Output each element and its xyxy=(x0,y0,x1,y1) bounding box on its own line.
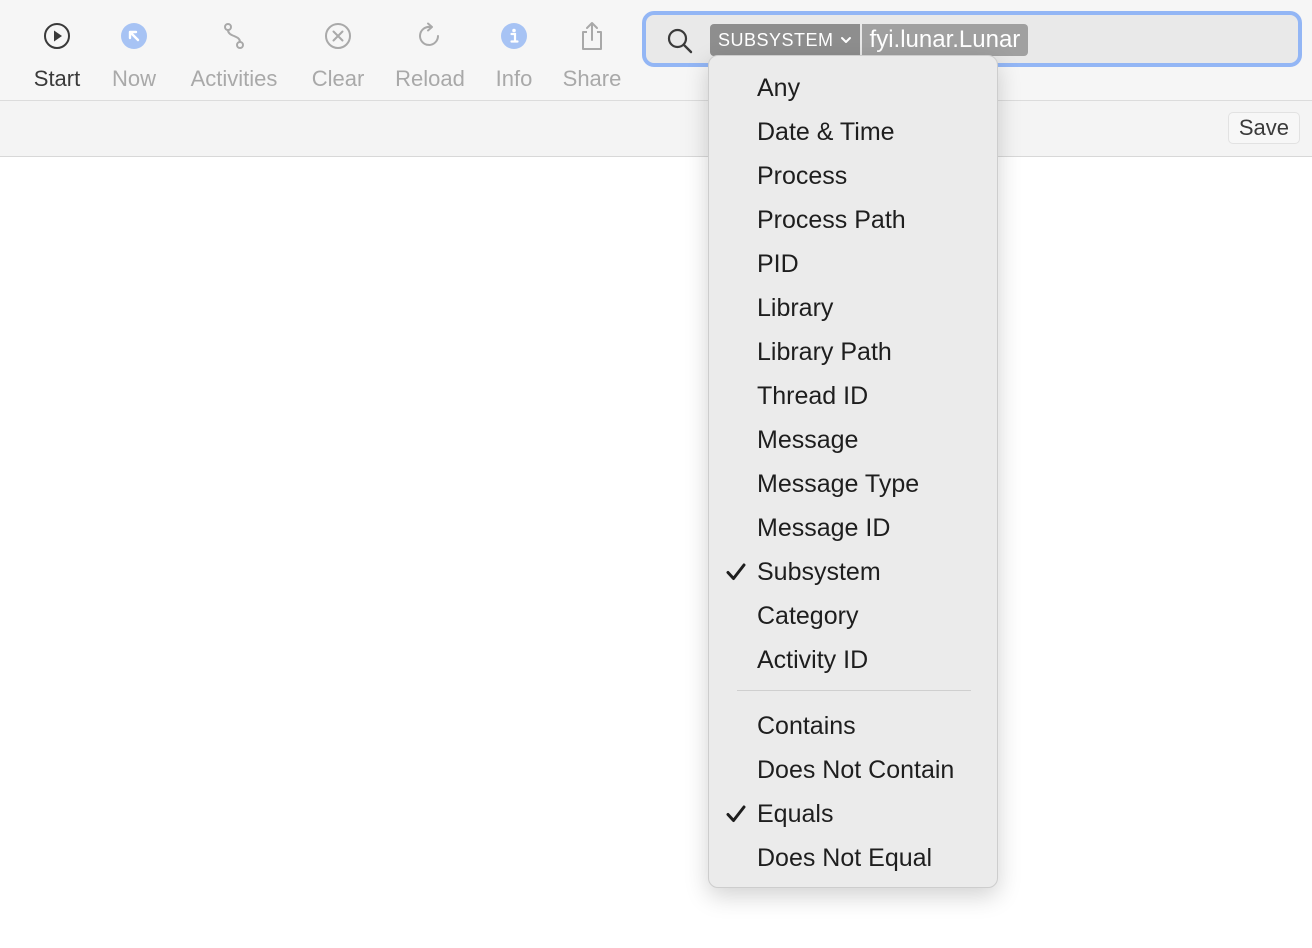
menu-separator xyxy=(737,690,971,691)
checkmark-slot xyxy=(725,154,749,198)
menu-item-message-id[interactable]: Message ID xyxy=(709,506,997,550)
menu-item-date-time[interactable]: Date & Time xyxy=(709,110,997,154)
checkmark-slot xyxy=(725,836,749,880)
menu-item-category[interactable]: Category xyxy=(709,594,997,638)
play-icon xyxy=(39,18,75,54)
chevron-down-icon xyxy=(840,35,852,45)
menu-item-label: Process Path xyxy=(757,206,906,234)
menu-item-label: Equals xyxy=(757,800,834,828)
menu-item-label: Activity ID xyxy=(757,646,869,674)
checkmark-slot xyxy=(725,286,749,330)
activities-button[interactable]: Activities xyxy=(189,18,279,96)
menu-item-message[interactable]: Message xyxy=(709,418,997,462)
menu-item-label: Any xyxy=(757,74,801,102)
checkmark-slot xyxy=(725,704,749,748)
search-field-menu: Any Date & Time Process Process Path PID… xyxy=(708,55,998,888)
menu-item-message-type[interactable]: Message Type xyxy=(709,462,997,506)
start-label: Start xyxy=(33,66,81,91)
checkmark-slot xyxy=(725,594,749,638)
checkmark-slot xyxy=(725,242,749,286)
menu-item-label: Library Path xyxy=(757,338,892,366)
info-icon xyxy=(496,18,532,54)
checkmark-icon xyxy=(725,550,749,594)
info-label: Info xyxy=(495,66,533,91)
menu-item-label: Thread ID xyxy=(757,382,869,410)
checkmark-slot xyxy=(725,506,749,550)
menu-item-subsystem[interactable]: Subsystem xyxy=(709,550,997,594)
menu-item-library[interactable]: Library xyxy=(709,286,997,330)
now-arrow-icon xyxy=(116,18,152,54)
menu-item-label: Message ID xyxy=(757,514,891,542)
menu-item-pid[interactable]: PID xyxy=(709,242,997,286)
menu-item-label: Does Not Contain xyxy=(757,756,955,784)
menu-item-label: Message xyxy=(757,426,859,454)
reload-label: Reload xyxy=(395,66,465,91)
share-icon xyxy=(574,18,610,54)
now-label: Now xyxy=(111,66,156,91)
clear-label: Clear xyxy=(311,66,365,91)
menu-item-any[interactable]: Any xyxy=(709,66,997,110)
checkmark-slot xyxy=(725,374,749,418)
checkmark-icon xyxy=(725,792,749,836)
toolbar: Start Now Activities Clear Reload Info S… xyxy=(0,0,1312,101)
checkmark-slot xyxy=(725,638,749,682)
now-button[interactable]: Now xyxy=(89,18,179,96)
log-content-area xyxy=(0,157,1312,948)
token-value[interactable]: fyi.lunar.Lunar xyxy=(861,24,1029,56)
checkmark-slot xyxy=(725,418,749,462)
menu-item-label: Contains xyxy=(757,712,856,740)
menu-item-equals[interactable]: Equals xyxy=(709,792,997,836)
menu-item-activity-id[interactable]: Activity ID xyxy=(709,638,997,682)
checkmark-slot xyxy=(725,330,749,374)
menu-item-label: Does Not Equal xyxy=(757,844,933,872)
share-label: Share xyxy=(562,66,622,91)
menu-item-process-path[interactable]: Process Path xyxy=(709,198,997,242)
menu-item-thread-id[interactable]: Thread ID xyxy=(709,374,997,418)
checkmark-slot xyxy=(725,66,749,110)
reload-icon xyxy=(412,18,448,54)
checkmark-slot xyxy=(725,198,749,242)
info-button[interactable]: Info xyxy=(469,18,559,96)
token-key-label: SUBSYSTEM xyxy=(718,29,834,50)
token-field-selector[interactable]: SUBSYSTEM xyxy=(710,24,860,56)
console-window: Start Now Activities Clear Reload Info S… xyxy=(0,0,1312,948)
checkmark-slot xyxy=(725,462,749,506)
menu-item-contains[interactable]: Contains xyxy=(709,704,997,748)
clear-icon xyxy=(320,18,356,54)
clear-button[interactable]: Clear xyxy=(293,18,383,96)
menu-item-label: Subsystem xyxy=(757,558,881,586)
search-token[interactable]: SUBSYSTEM fyi.lunar.Lunar xyxy=(710,24,1029,56)
save-button[interactable]: Save xyxy=(1227,112,1300,144)
checkmark-slot xyxy=(725,748,749,792)
menu-item-does-not-contain[interactable]: Does Not Contain xyxy=(709,748,997,792)
menu-item-label: Message Type xyxy=(757,470,920,498)
menu-item-label: Date & Time xyxy=(757,118,895,146)
menu-item-label: Category xyxy=(757,602,859,630)
menu-item-label: PID xyxy=(757,250,799,278)
checkmark-slot xyxy=(725,110,749,154)
menu-item-label: Library xyxy=(757,294,834,322)
activities-icon xyxy=(216,18,252,54)
reload-button[interactable]: Reload xyxy=(385,18,475,96)
activities-label: Activities xyxy=(190,66,278,91)
share-button[interactable]: Share xyxy=(547,18,637,96)
filter-bar: Save xyxy=(0,101,1312,157)
search-icon xyxy=(666,27,694,55)
menu-item-does-not-equal[interactable]: Does Not Equal xyxy=(709,836,997,880)
menu-item-process[interactable]: Process xyxy=(709,154,997,198)
menu-item-label: Process xyxy=(757,162,848,190)
menu-item-library-path[interactable]: Library Path xyxy=(709,330,997,374)
